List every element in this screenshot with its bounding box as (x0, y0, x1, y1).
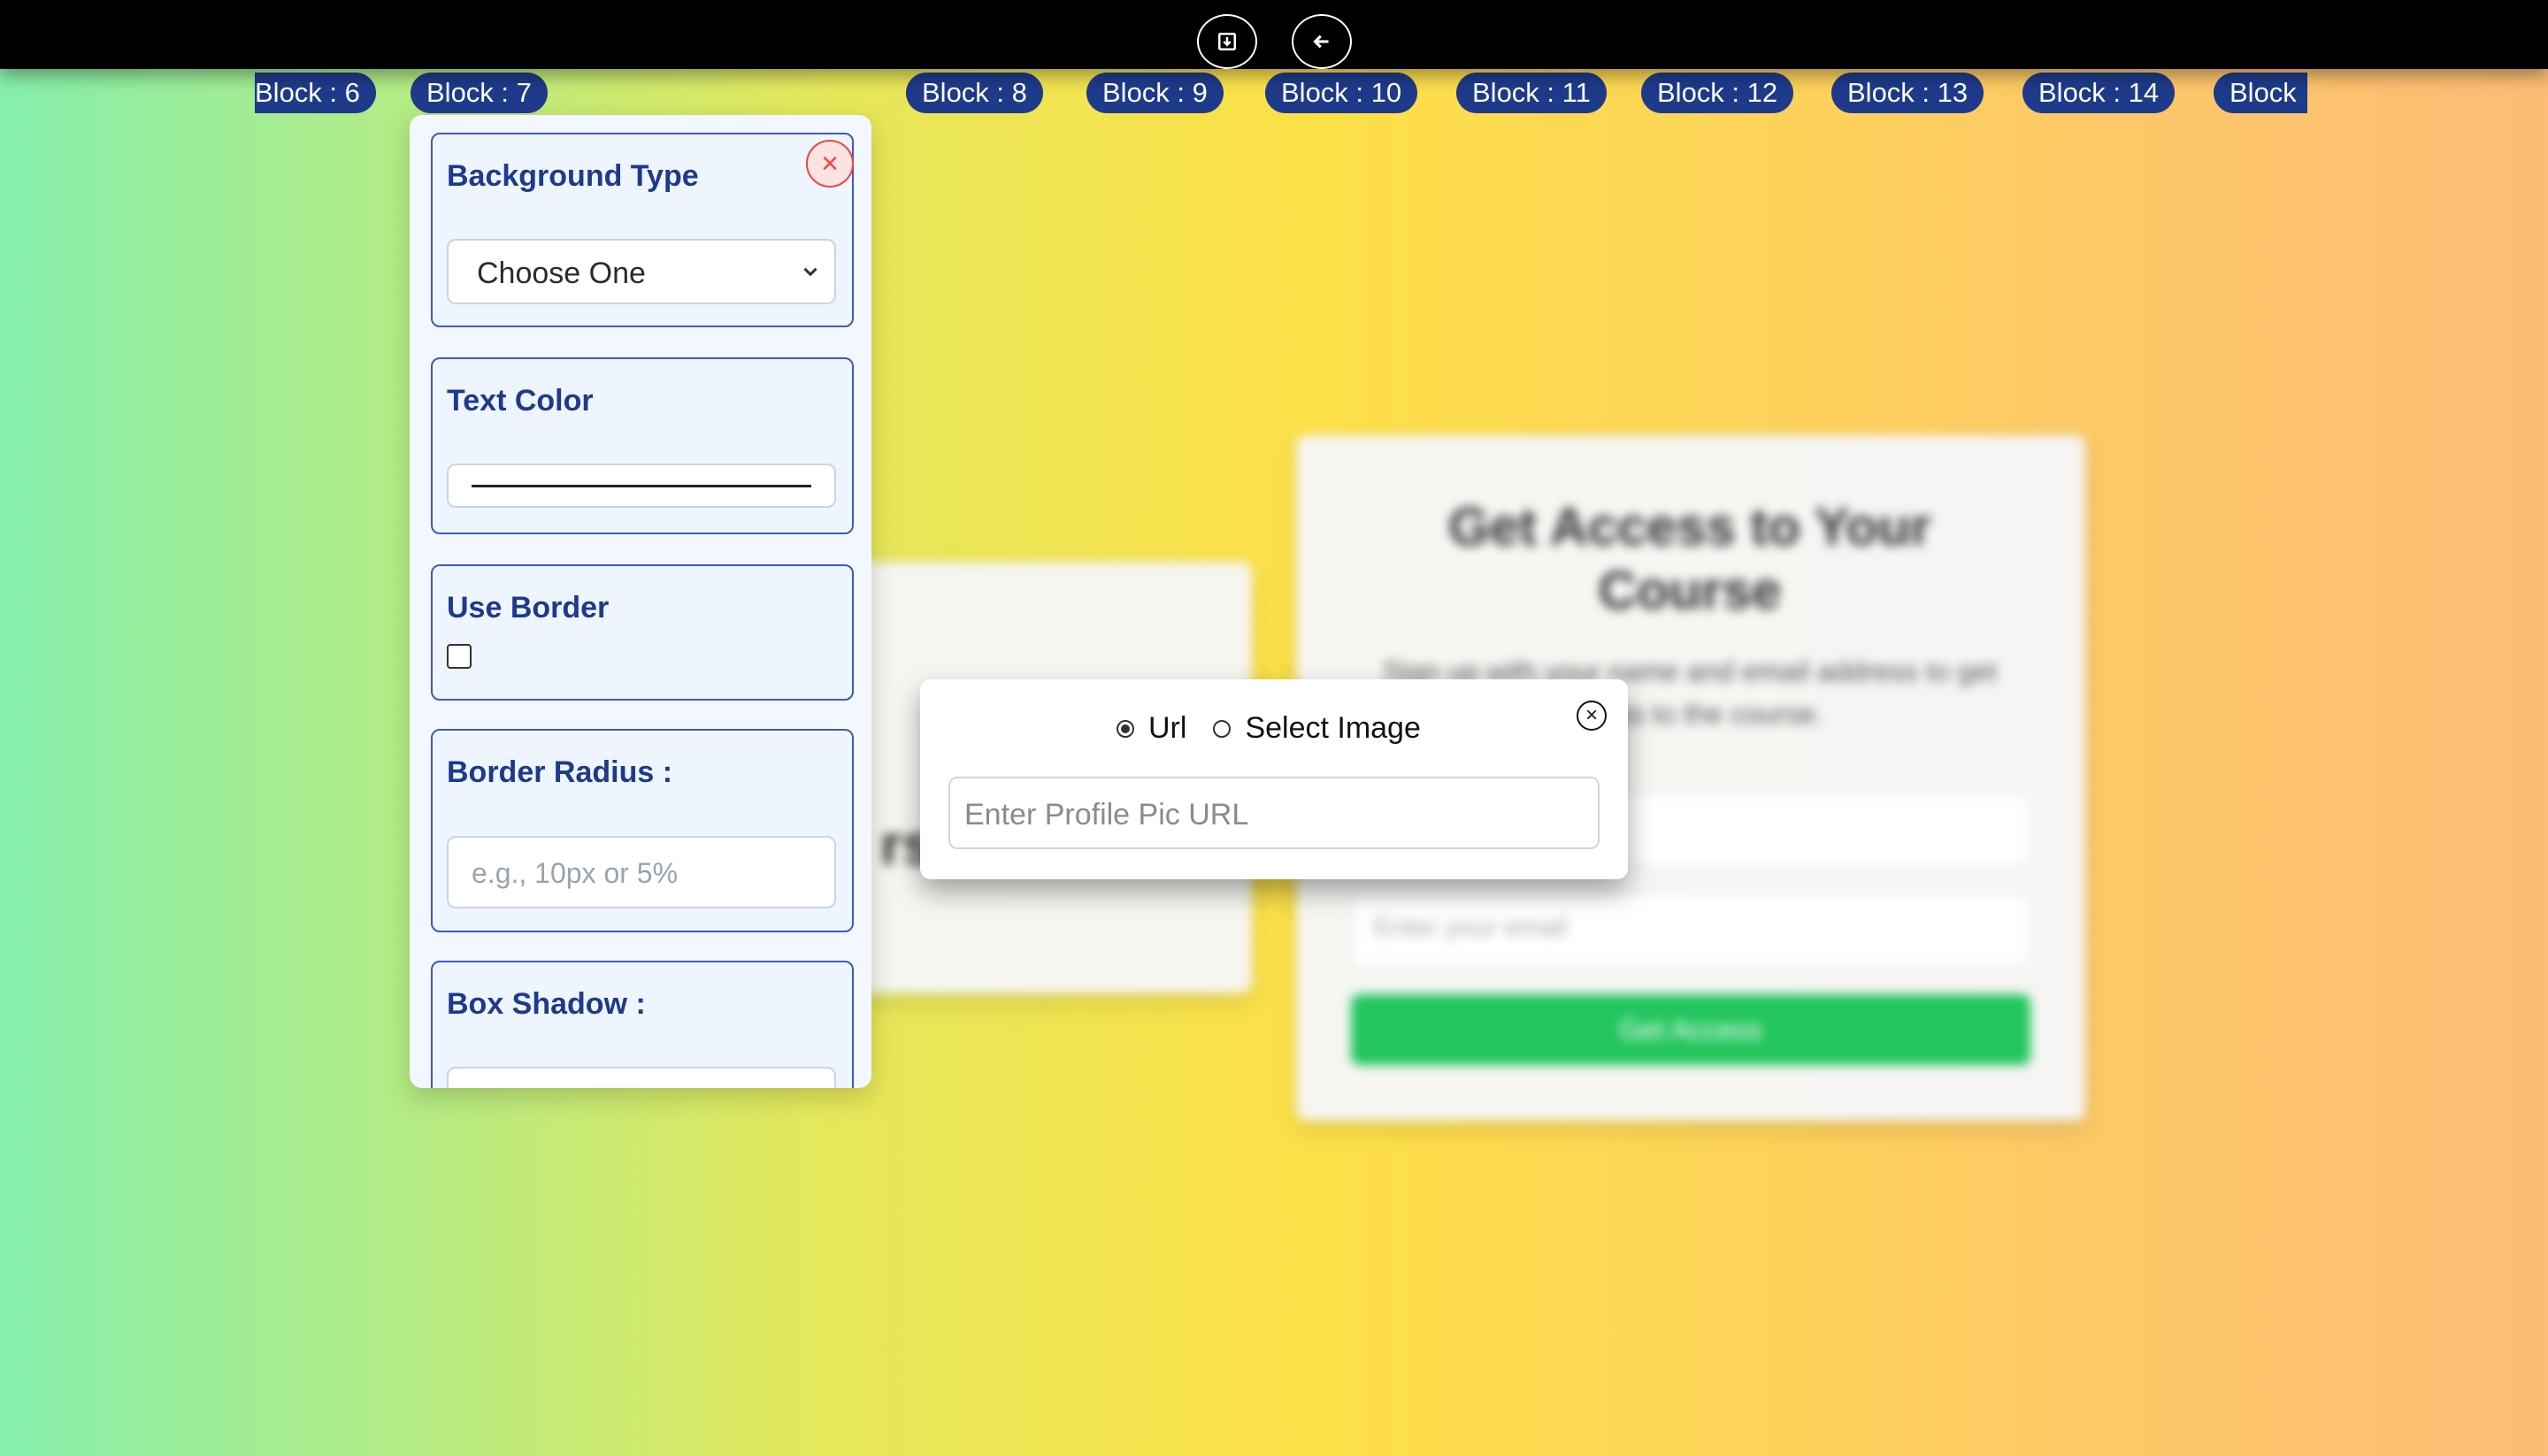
background-type-select[interactable]: Choose One (447, 239, 836, 304)
email-input: Enter your email (1351, 893, 2031, 968)
box-shadow-section: Box Shadow : (431, 961, 854, 1088)
select-image-radio[interactable] (1213, 719, 1232, 738)
block-tab-8[interactable]: Block : 8 (906, 73, 1043, 113)
border-radius-section: Border Radius : e.g., 10px or 5% (431, 729, 854, 932)
close-icon: × (821, 146, 839, 180)
background-type-label: Background Type (447, 159, 699, 193)
block-tab-11[interactable]: Block : 11 (1456, 73, 1607, 113)
box-shadow-label: Box Shadow : (447, 987, 646, 1021)
block-tab-13[interactable]: Block : 13 (1831, 73, 1984, 113)
radio-selected-dot (1121, 724, 1130, 733)
save-icon (1218, 33, 1236, 50)
use-border-checkbox[interactable] (447, 644, 472, 669)
circle-close-icon: × (1585, 703, 1598, 727)
background-type-section: Background Type × Choose One (431, 133, 854, 327)
close-modal-button[interactable]: × (1577, 701, 1607, 731)
block-tab-12[interactable]: Block : 12 (1641, 73, 1794, 113)
chevron-down-icon (803, 267, 817, 277)
url-radio[interactable] (1117, 719, 1134, 738)
select-image-option-label[interactable]: Select Image (1245, 711, 1420, 746)
style-settings-panel: Background Type × Choose One Text Color … (410, 115, 871, 1088)
save-button[interactable] (1197, 14, 1257, 69)
signup-card-title: Get Access to Your Course (1448, 497, 1931, 620)
profile-pic-url-placeholder: Enter Profile Pic URL (964, 798, 1249, 831)
text-color-section: Text Color (431, 357, 854, 534)
text-color-picker[interactable] (447, 464, 836, 508)
box-shadow-input[interactable] (447, 1067, 836, 1088)
block-tab-15[interactable]: Block (2214, 73, 2307, 113)
border-radius-placeholder: e.g., 10px or 5% (472, 857, 679, 889)
block-tab-7[interactable]: Block : 7 (411, 73, 548, 113)
image-source-options: Url Select Image (1117, 711, 1447, 746)
get-access-button: Get Access (1351, 994, 2030, 1065)
color-swatch-line (472, 485, 811, 487)
block-tab-9[interactable]: Block : 9 (1086, 73, 1224, 113)
background-type-select-value: Choose One (477, 257, 646, 290)
text-color-label: Text Color (447, 384, 594, 418)
image-source-modal: Url Select Image × Enter Profile Pic URL (920, 679, 1628, 879)
use-border-label: Use Border (447, 591, 610, 625)
border-radius-label: Border Radius : (447, 755, 673, 789)
get-access-label: Get Access (1619, 1013, 1762, 1046)
block-tab-6[interactable]: Block : 6 (255, 73, 376, 113)
email-input-placeholder: Enter your email (1374, 913, 1568, 942)
block-tabs: Block : 6 Block : 7 Block : 8 Block : 9 … (0, 73, 2548, 117)
back-arrow-icon (1313, 34, 1329, 49)
use-border-section: Use Border (431, 564, 854, 701)
back-button[interactable] (1292, 14, 1352, 69)
block-tab-14[interactable]: Block : 14 (2022, 73, 2176, 113)
url-option-label[interactable]: Url (1148, 711, 1186, 746)
close-panel-button[interactable]: × (806, 140, 854, 188)
profile-pic-url-input[interactable]: Enter Profile Pic URL (948, 777, 1600, 849)
border-radius-input[interactable]: e.g., 10px or 5% (447, 836, 836, 908)
block-tab-10[interactable]: Block : 10 (1265, 73, 1418, 113)
top-toolbar (0, 0, 2548, 69)
editor-page: Block : 6 Block : 7 Block : 8 Block : 9 … (0, 0, 2548, 1456)
